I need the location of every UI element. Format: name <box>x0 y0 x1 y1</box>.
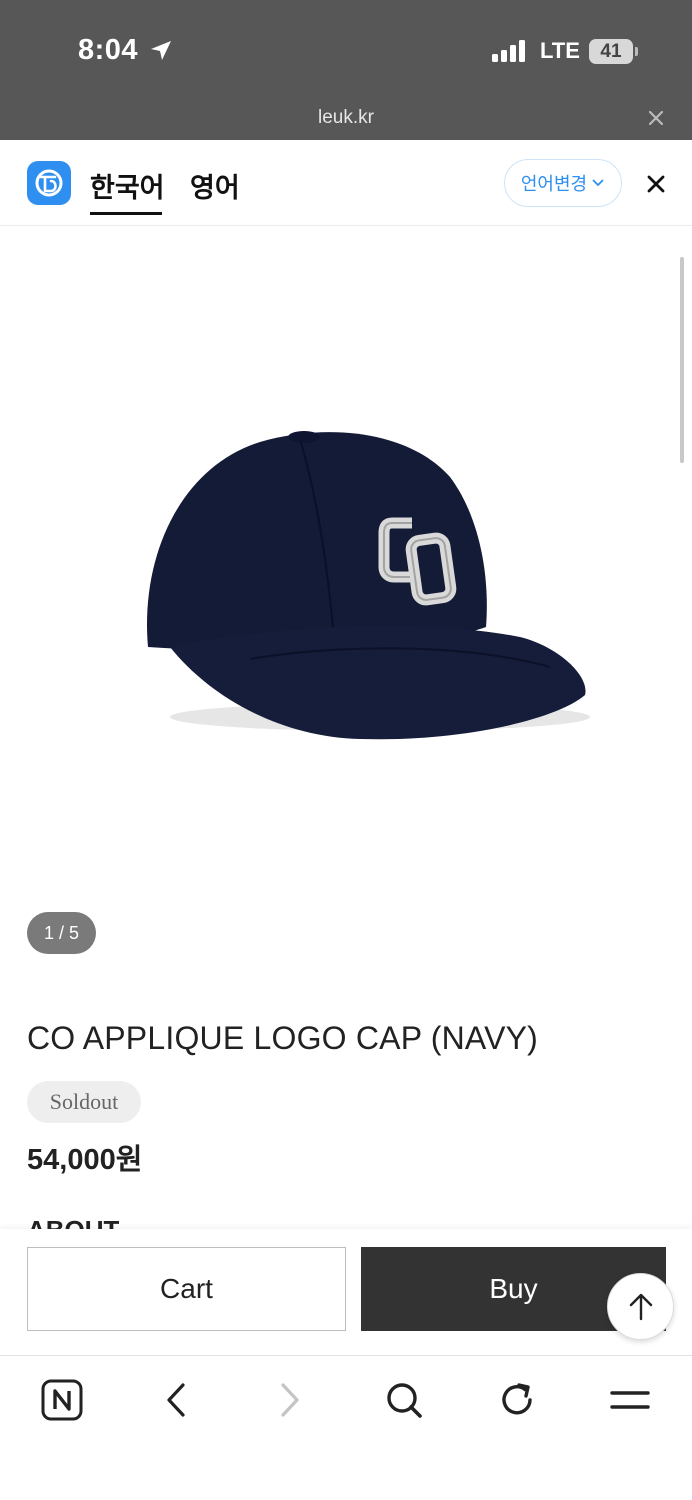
arrow-up-icon <box>629 1293 652 1320</box>
battery-icon <box>635 47 638 56</box>
location-arrow-icon <box>151 41 171 60</box>
section-heading: ABOUT <box>27 1215 119 1229</box>
tab-source-language[interactable]: 한국어 <box>90 166 165 205</box>
purchase-bar: Cart Buy <box>0 1229 692 1355</box>
battery-level: 41 <box>589 39 633 64</box>
cart-button[interactable]: Cart <box>27 1247 346 1331</box>
status-time: 8:04 <box>78 34 139 66</box>
refresh-icon <box>502 1383 532 1415</box>
close-translation-icon[interactable] <box>644 172 668 196</box>
status-badge: Soldout <box>27 1081 141 1123</box>
change-language-button[interactable]: 언어변경 <box>504 159 622 207</box>
back-button[interactable] <box>154 1378 198 1422</box>
change-language-label: 언어변경 <box>520 174 588 194</box>
hamburger-menu-icon <box>610 1391 650 1409</box>
refresh-button[interactable] <box>495 1378 539 1422</box>
menu-button[interactable] <box>608 1378 652 1422</box>
image-counter: 1 / 5 <box>27 912 96 954</box>
active-tab-indicator <box>90 212 162 215</box>
close-icon[interactable] <box>646 108 666 128</box>
chevron-left-icon <box>167 1383 185 1417</box>
cap-image <box>146 431 590 740</box>
product-price: 54,000원 <box>27 1144 143 1176</box>
cellular-signal-icon <box>492 40 525 62</box>
browser-toolbar <box>0 1355 692 1500</box>
scroll-top-button[interactable] <box>607 1273 674 1340</box>
search-button[interactable] <box>382 1378 426 1422</box>
naver-n-icon <box>41 1379 83 1421</box>
papago-logo-icon <box>27 161 71 205</box>
forward-button[interactable] <box>268 1378 312 1422</box>
naver-home-button[interactable] <box>40 1378 84 1422</box>
url-domain[interactable]: leuk.kr <box>0 107 692 129</box>
tab-target-language[interactable]: 영어 <box>190 166 240 205</box>
scroll-indicator <box>680 257 684 463</box>
translation-bar: 한국어 영어 언어변경 <box>0 140 692 226</box>
network-type: LTE <box>540 38 580 63</box>
search-icon <box>387 1383 422 1418</box>
product-title: CO APPLIQUE LOGO CAP (NAVY) <box>27 1020 539 1056</box>
chevron-right-icon <box>281 1383 299 1417</box>
chevron-down-icon <box>592 179 604 187</box>
status-bar: 8:04 LTE 41 leuk.kr <box>0 0 692 140</box>
product-image[interactable] <box>0 227 692 967</box>
